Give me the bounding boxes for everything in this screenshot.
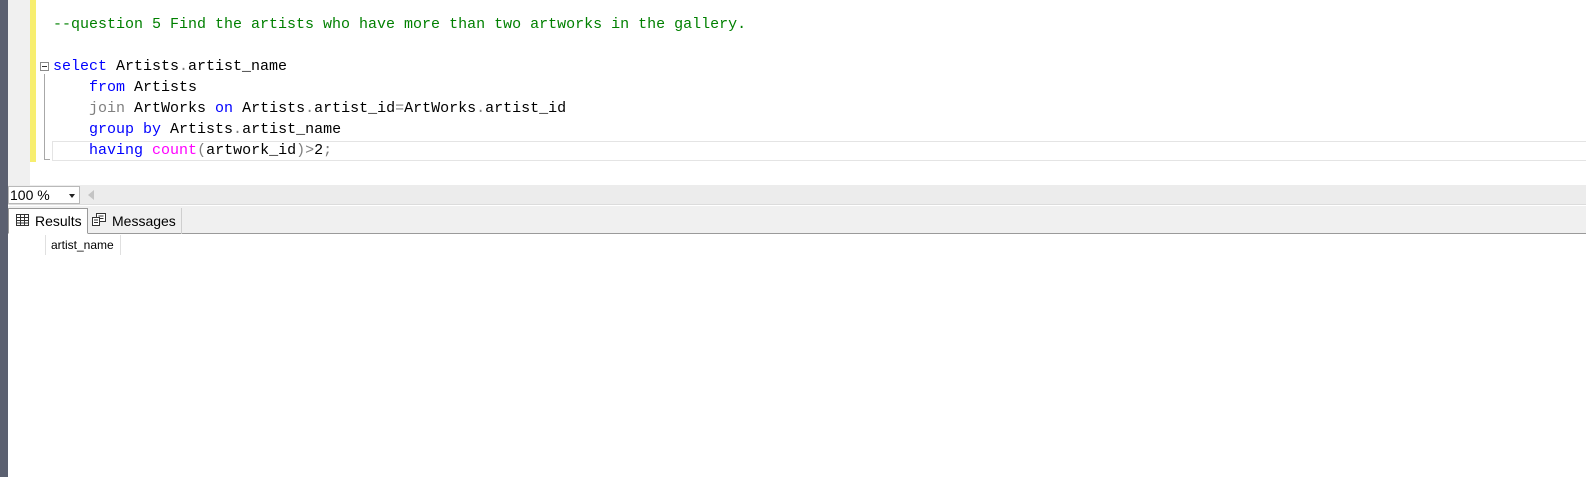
chevron-down-icon: [69, 194, 75, 198]
code-token: Artists: [125, 79, 198, 96]
code-token: .: [476, 100, 486, 117]
collapse-icon[interactable]: [40, 62, 49, 71]
code-line[interactable]: group by Artists.artist_name: [53, 119, 746, 140]
code-line[interactable]: --question 5 Find the artists who have m…: [53, 14, 746, 35]
results-grid[interactable]: artist_name: [10, 235, 1586, 477]
row-header-corner[interactable]: [10, 235, 46, 255]
code-token: )>: [296, 142, 315, 159]
code-token: ArtWorks: [404, 100, 477, 117]
code-token: --question 5 Find the artists who have m…: [53, 16, 747, 33]
code-token: Artists: [161, 121, 234, 138]
outline-guide: [44, 74, 45, 160]
code-token: .: [233, 121, 243, 138]
code-token: Artists: [233, 100, 306, 117]
sql-code[interactable]: --question 5 Find the artists who have m…: [53, 14, 746, 161]
outline-guide-end: [44, 159, 50, 160]
code-token: having: [89, 142, 144, 159]
code-token: count: [152, 142, 198, 159]
query-editor[interactable]: --question 5 Find the artists who have m…: [8, 0, 1586, 185]
code-token: artwork_id: [206, 142, 297, 159]
code-token: from: [89, 79, 126, 96]
code-line[interactable]: having count(artwork_id)>2;: [53, 140, 746, 161]
code-token: join: [89, 100, 126, 117]
tab-results[interactable]: Results: [8, 208, 88, 234]
code-token: on: [215, 100, 234, 117]
code-token: ;: [323, 142, 333, 159]
results-tab-strip: Results Messages: [8, 206, 1586, 234]
code-line[interactable]: join ArtWorks on Artists.artist_id=ArtWo…: [53, 98, 746, 119]
code-token: (: [197, 142, 207, 159]
code-line[interactable]: [53, 35, 746, 56]
tab-results-label: Results: [35, 213, 82, 229]
scroll-left-icon[interactable]: [88, 190, 94, 200]
code-token: =: [395, 100, 405, 117]
tab-messages[interactable]: Messages: [90, 208, 182, 234]
code-token: artist_id: [314, 100, 396, 117]
code-token: .: [179, 58, 189, 75]
grid-icon: [16, 213, 29, 229]
code-line[interactable]: select Artists.artist_name: [53, 56, 746, 77]
code-token: group by: [89, 121, 162, 138]
code-token: artist_name: [188, 58, 288, 75]
code-token: Artists: [107, 58, 180, 75]
grid-header-row: artist_name: [10, 235, 121, 255]
left-window-strip: [0, 0, 8, 477]
zoom-dropdown[interactable]: 100 %: [8, 186, 80, 204]
code-token: select: [53, 58, 108, 75]
messages-icon: [92, 213, 106, 229]
code-token: artist_name: [242, 121, 342, 138]
code-token: .: [305, 100, 315, 117]
editor-gutter: [8, 0, 30, 185]
code-line[interactable]: from Artists: [53, 77, 746, 98]
zoom-bar: 100 %: [8, 185, 1586, 205]
tab-messages-label: Messages: [112, 213, 176, 229]
code-token: 2: [314, 142, 324, 159]
code-token: ArtWorks: [125, 100, 216, 117]
change-tracking-bar: [30, 0, 36, 162]
code-token: artist_id: [485, 100, 567, 117]
zoom-value: 100 %: [10, 187, 50, 203]
column-header-artist-name[interactable]: artist_name: [46, 235, 121, 255]
